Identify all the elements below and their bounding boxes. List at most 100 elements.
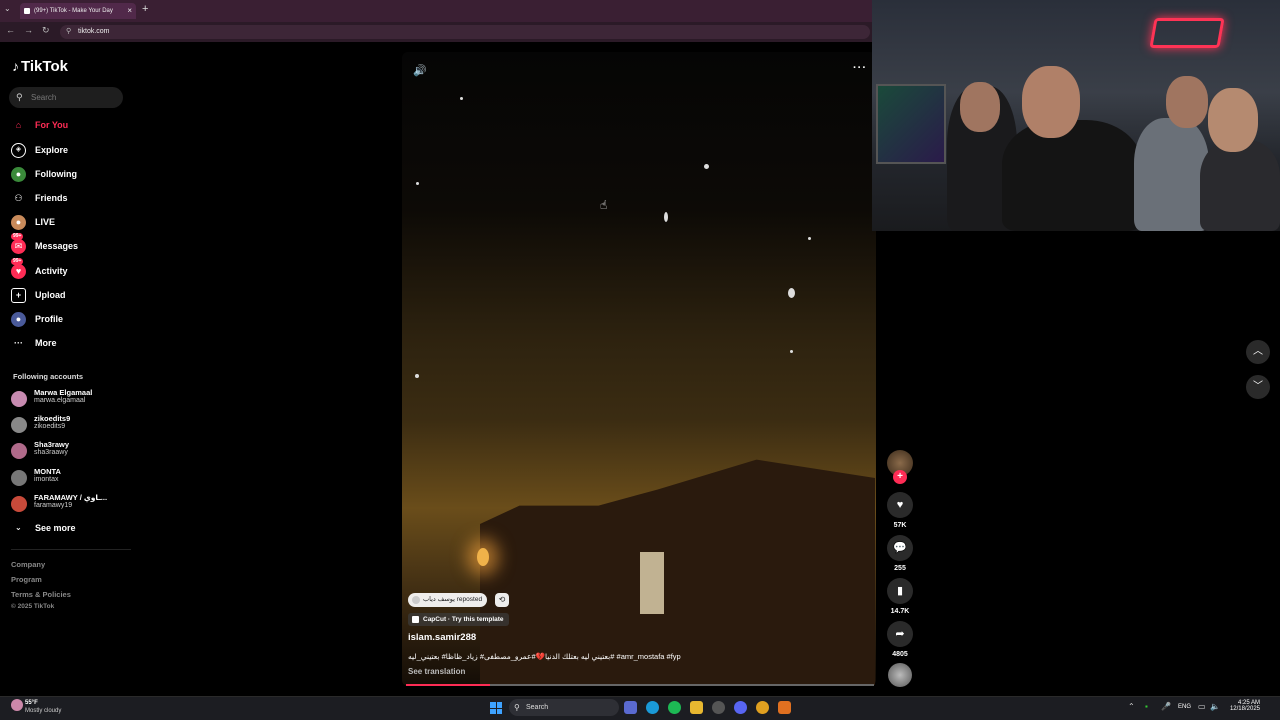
edge-icon[interactable]	[646, 701, 659, 714]
site-info-icon[interactable]: ⚲	[66, 25, 71, 39]
avatar	[11, 391, 27, 407]
account-item[interactable]: zikoedits9 zikoedits9	[11, 414, 131, 434]
url-text: tiktok.com	[78, 28, 110, 35]
video-star	[808, 237, 811, 240]
footer-link-terms[interactable]: Terms & Policies	[11, 590, 71, 599]
language-indicator[interactable]: ENG	[1178, 704, 1191, 710]
video-lamp	[477, 548, 489, 566]
microphone-icon[interactable]: 🎤	[1161, 702, 1171, 711]
url-field[interactable]: ⚲ tiktok.com	[60, 25, 870, 39]
previous-video-button[interactable]: ︿	[1246, 340, 1270, 364]
sidebar-item-friends[interactable]: ⚇ Friends	[11, 189, 131, 207]
capcut-template-button[interactable]: CapCut · Try this template	[408, 613, 509, 626]
webcam-face	[1166, 76, 1208, 128]
sidebar-item-more[interactable]: ··· More	[11, 334, 131, 352]
repost-icon[interactable]: ⟲	[495, 593, 509, 607]
share-button[interactable]: ➦ 4805	[887, 621, 913, 658]
weather-icon[interactable]	[11, 699, 23, 711]
tiktok-note-icon: ♪	[12, 58, 19, 74]
account-item[interactable]: Sha3rawy sha3raawy	[11, 440, 131, 460]
share-count: 4805	[892, 651, 908, 658]
file-explorer-icon[interactable]	[690, 701, 703, 714]
messages-badge: 99+	[11, 233, 24, 240]
app-icon[interactable]	[778, 701, 791, 714]
live-icon: ●	[11, 215, 26, 230]
footer-link-program[interactable]: Program	[11, 575, 42, 584]
profile-icon: ●	[11, 312, 26, 327]
footer-link-company[interactable]: Company	[11, 560, 45, 569]
music-disc-icon[interactable]	[888, 663, 912, 687]
windows-start-icon[interactable]	[490, 702, 502, 714]
network-icon[interactable]: ▭	[1198, 702, 1206, 711]
new-tab-button[interactable]: +	[142, 3, 148, 15]
see-more-button[interactable]: ⌄ See more	[11, 523, 76, 533]
video-progress-fill	[406, 684, 491, 686]
search-input[interactable]: ⚲ Search	[9, 87, 123, 108]
comment-count: 255	[894, 565, 906, 572]
volume-icon[interactable]: 🔈	[1210, 702, 1220, 711]
sidebar-item-for-you[interactable]: ⌂ For You	[11, 116, 131, 134]
sidebar-item-activity[interactable]: ♥ 99+ Activity	[11, 258, 131, 280]
weather-temp[interactable]: 55°F	[25, 700, 38, 706]
share-icon: ➦	[887, 621, 913, 647]
home-icon: ⌂	[15, 120, 22, 130]
bookmark-icon: ▮	[887, 578, 913, 604]
forward-icon[interactable]: →	[24, 25, 33, 35]
search-icon: ⚲	[514, 703, 520, 712]
sidebar-item-live[interactable]: ● LIVE	[11, 213, 131, 231]
tray-app-icon[interactable]: ▪	[1145, 702, 1148, 711]
sidebar-item-upload[interactable]: + Upload	[11, 286, 131, 304]
taskbar-search[interactable]: ⚲ Search	[509, 699, 619, 716]
teams-icon[interactable]	[624, 701, 637, 714]
discord-icon[interactable]	[734, 701, 747, 714]
video-author[interactable]: islam.samir288	[408, 632, 476, 643]
tiktok-logo[interactable]: ♪ TikTok	[12, 58, 68, 75]
chevron-down-icon: ﹀	[1253, 381, 1263, 392]
settings-icon[interactable]	[712, 701, 725, 714]
webcam-pc-case	[876, 84, 946, 164]
volume-icon[interactable]: 🔊	[413, 64, 427, 77]
sidebar-item-following[interactable]: ● Following	[11, 165, 131, 183]
webcam-face	[1208, 88, 1258, 152]
browser-tab[interactable]: (99+) TikTok - Make Your Day ×	[20, 3, 136, 19]
save-count: 14.7K	[890, 608, 910, 615]
activity-badge: 99+	[11, 258, 24, 265]
like-button[interactable]: ♥ 57K	[887, 492, 913, 529]
heart-icon: ♥	[887, 492, 913, 518]
avatar	[11, 496, 27, 512]
video-window-light	[640, 552, 664, 614]
repost-badge[interactable]: يوسف دياب reposted	[408, 593, 488, 607]
like-count: 57K	[893, 522, 907, 529]
avatar	[11, 443, 27, 459]
video-progress-bar[interactable]	[406, 684, 874, 686]
sidebar-item-messages[interactable]: ✉ 99+ Messages	[11, 233, 131, 255]
next-video-button[interactable]: ﹀	[1246, 375, 1270, 399]
weather-desc[interactable]: Mostly cloudy	[25, 708, 61, 714]
reload-icon[interactable]: ↻	[42, 25, 50, 36]
tab-close-icon[interactable]: ×	[127, 3, 132, 19]
windows-taskbar	[0, 696, 1280, 720]
sidebar-item-profile[interactable]: ● Profile	[11, 310, 131, 328]
more-icon: ···	[14, 338, 23, 348]
video-star	[460, 97, 463, 100]
spotify-icon[interactable]	[668, 701, 681, 714]
comment-icon: 💬	[887, 535, 913, 561]
more-options-icon[interactable]: ···	[853, 62, 867, 74]
reposter-avatar	[412, 596, 420, 604]
chrome-icon[interactable]	[756, 701, 769, 714]
capcut-icon	[412, 616, 419, 623]
back-icon[interactable]: ←	[6, 25, 15, 35]
save-button[interactable]: ▮ 14.7K	[887, 578, 913, 615]
video-star	[416, 182, 419, 185]
tray-overflow-icon[interactable]: ⌃	[1128, 702, 1135, 711]
tab-list-icon[interactable]: ⌄	[4, 4, 11, 13]
video-snowflake	[788, 288, 795, 298]
sidebar-item-explore[interactable]: ◈ Explore	[11, 141, 131, 159]
account-item[interactable]: FARAMAWY / ـاوي... faramawy19	[11, 493, 131, 513]
comment-button[interactable]: 💬 255	[887, 535, 913, 572]
account-item[interactable]: MONTA imontax	[11, 467, 131, 487]
follow-plus-icon[interactable]: +	[893, 470, 907, 484]
taskbar-clock[interactable]: 4:25 AM 12/18/2025	[1226, 700, 1260, 712]
account-item[interactable]: Marwa Elgamaal marwa.elgamaal	[11, 388, 131, 408]
see-translation-link[interactable]: See translation	[408, 667, 465, 676]
